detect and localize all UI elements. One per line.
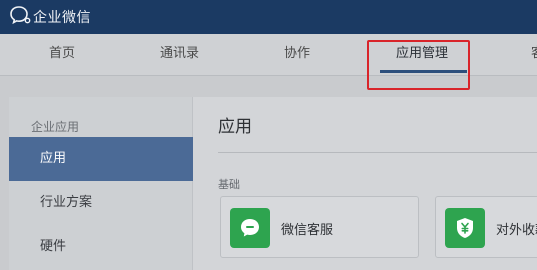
app-title: 企业微信 [33,10,91,26]
sidebar-item-hardware[interactable]: 硬件 [9,225,193,269]
section-label-basic: 基础 [218,178,240,191]
sidebar-item-apps[interactable]: 应用 [9,137,193,181]
wecom-logo-icon [9,5,31,29]
nav-item-contacts[interactable]: 通讯录 [160,34,199,76]
yuan-shield-icon [445,208,485,248]
chat-bubble-icon [230,208,270,248]
nav-item-home[interactable]: 首页 [49,34,75,76]
top-bar: 企业微信 [0,0,537,34]
title-divider [218,152,537,153]
sidebar-item-industry-solutions[interactable]: 行业方案 [9,181,193,225]
app-card-payment[interactable]: 对外收款 [435,196,537,258]
page-title: 应用 [218,117,252,137]
app-card-label: 对外收款 [496,223,537,238]
app-card-wechat-service[interactable]: 微信客服 [220,196,419,258]
nav-item-customer[interactable]: 客 [531,34,537,76]
highlight-annotation-box [367,40,470,90]
brand[interactable]: 企业微信 [9,5,91,29]
nav-item-collaboration[interactable]: 协作 [284,34,310,76]
sidebar-group-label: 企业应用 [31,120,80,134]
app-card-label: 微信客服 [281,223,334,238]
